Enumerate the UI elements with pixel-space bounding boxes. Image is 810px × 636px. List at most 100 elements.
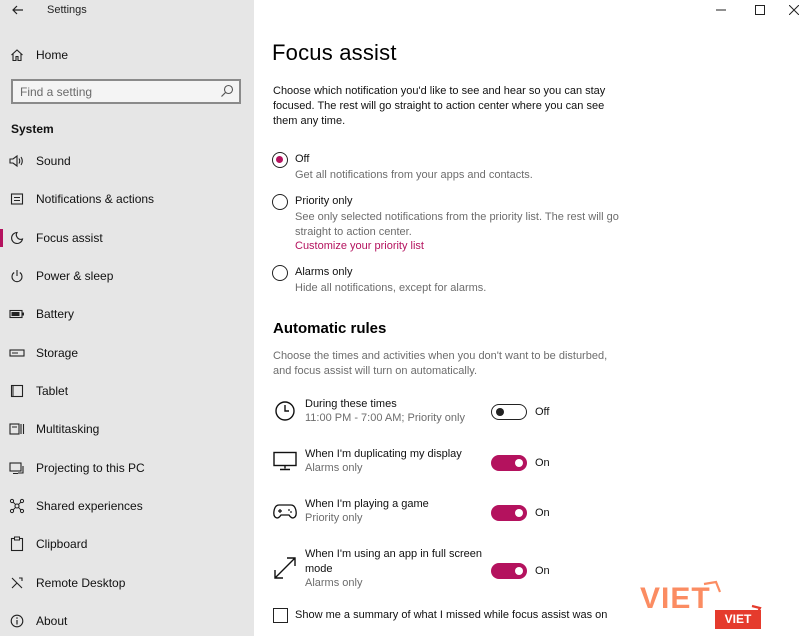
sidebar-item-label: Battery (36, 307, 75, 321)
rule-title: When I'm duplicating my display (305, 448, 462, 460)
moon-icon (9, 230, 25, 246)
rule-playing-game[interactable]: When I'm playing a game Priority only On (272, 497, 792, 529)
sidebar-item-label: Shared experiences (36, 499, 143, 513)
page-title: Focus assist (272, 40, 397, 65)
automatic-rules-desc: Choose the times and activities when you… (273, 350, 608, 377)
toggle-knob (515, 567, 523, 575)
clipboard-icon (9, 536, 25, 552)
back-button[interactable] (8, 1, 28, 19)
section-label-system: System (11, 122, 54, 136)
app-title: Settings (47, 4, 87, 16)
radio-off[interactable] (272, 152, 288, 168)
option-alarms-only[interactable]: Alarms only Hide all notifications, exce… (272, 265, 652, 299)
rule-duplicating-display[interactable]: When I'm duplicating my display Alarms o… (272, 447, 792, 479)
power-icon (9, 268, 25, 284)
info-icon (9, 613, 25, 629)
sidebar-item-remote-desktop[interactable]: Remote Desktop (0, 570, 254, 596)
search-input[interactable] (20, 83, 210, 101)
speaker-icon (9, 153, 25, 169)
home-icon (9, 47, 25, 63)
sidebar-item-focus-assist[interactable]: Focus assist (0, 225, 254, 251)
sidebar-item-label: Focus assist (36, 231, 103, 245)
rule-title: During these times (305, 398, 397, 410)
nav-home-label: Home (36, 48, 69, 62)
option-label: Off (295, 153, 310, 165)
sidebar: Settings Home System Sound Notifications… (0, 0, 254, 636)
rule-title: When I'm playing a game (305, 498, 429, 510)
toggle-playing-game[interactable] (491, 505, 527, 521)
rule-full-screen[interactable]: When I'm using an app in full screen mod… (272, 547, 792, 593)
main-panel: Focus assist Choose which notification y… (254, 0, 810, 636)
sidebar-item-label: Tablet (36, 384, 69, 398)
option-desc: See only selected notifications from the… (295, 211, 619, 238)
sidebar-item-about[interactable]: About (0, 608, 254, 634)
toggle-state: Off (535, 406, 550, 418)
rule-sub: Alarms only (305, 462, 363, 474)
sidebar-item-multitasking[interactable]: Multitasking (0, 416, 254, 442)
radio-alarms-only[interactable] (272, 265, 288, 281)
search-box[interactable] (11, 79, 241, 104)
sidebar-item-notifications[interactable]: Notifications & actions (0, 186, 254, 212)
tablet-icon (9, 383, 25, 399)
sidebar-item-label: Projecting to this PC (36, 461, 145, 475)
rule-sub: Priority only (305, 512, 363, 524)
sidebar-item-projecting[interactable]: Projecting to this PC (0, 455, 254, 481)
projecting-icon (9, 460, 25, 476)
multitasking-icon (9, 421, 25, 437)
sidebar-item-label: Storage (36, 346, 79, 360)
sidebar-item-label: About (36, 614, 68, 628)
sidebar-item-label: Multitasking (36, 422, 100, 436)
battery-icon (9, 306, 25, 322)
summary-checkbox[interactable] (273, 608, 288, 623)
rule-sub: Alarms only (305, 577, 363, 589)
toggle-state: On (535, 565, 550, 577)
toggle-state: On (535, 457, 550, 469)
storage-icon (9, 345, 25, 361)
radio-priority-only[interactable] (272, 194, 288, 210)
search-icon[interactable] (220, 84, 234, 98)
sidebar-item-label: Power & sleep (36, 269, 114, 283)
toggle-knob (515, 509, 523, 517)
rule-during-times[interactable]: During these times 11:00 PM - 7:00 AM; P… (272, 397, 792, 429)
nav-home[interactable]: Home (0, 43, 254, 67)
sidebar-item-tablet[interactable]: Tablet (0, 378, 254, 404)
intro-text: Choose which notification you'd like to … (273, 85, 606, 127)
fullscreen-icon (272, 555, 298, 581)
sidebar-item-shared-experiences[interactable]: Shared experiences (0, 493, 254, 519)
rule-title: When I'm using an app in full screen mod… (305, 548, 482, 575)
option-label: Alarms only (295, 266, 353, 278)
toggle-duplicating-display[interactable] (491, 455, 527, 471)
rule-sub: 11:00 PM - 7:00 AM; Priority only (305, 412, 465, 424)
toggle-full-screen[interactable] (491, 563, 527, 579)
monitor-icon (272, 448, 298, 474)
automatic-rules-heading: Automatic rules (273, 320, 387, 337)
sidebar-item-label: Clipboard (36, 537, 88, 551)
gamepad-icon (272, 498, 298, 524)
sidebar-item-label: Notifications & actions (36, 192, 155, 206)
option-desc: Get all notifications from your apps and… (295, 169, 533, 181)
toggle-knob (496, 407, 504, 416)
summary-checkbox-row[interactable]: Show me a summary of what I missed while… (272, 607, 672, 625)
sidebar-item-label: Remote Desktop (36, 576, 126, 590)
sidebar-item-clipboard[interactable]: Clipboard (0, 531, 254, 557)
option-priority-only[interactable]: Priority only See only selected notifica… (272, 194, 652, 254)
toggle-during-times[interactable] (491, 404, 527, 420)
sidebar-item-sound[interactable]: Sound (0, 148, 254, 174)
summary-checkbox-label: Show me a summary of what I missed while… (295, 609, 608, 621)
toggle-state: On (535, 507, 550, 519)
sidebar-item-battery[interactable]: Battery (0, 301, 254, 327)
sidebar-item-power-sleep[interactable]: Power & sleep (0, 263, 254, 289)
notifications-icon (9, 191, 25, 207)
option-desc: Hide all notifications, except for alarm… (295, 282, 487, 294)
option-label: Priority only (295, 195, 353, 207)
remote-desktop-icon (9, 575, 25, 591)
customize-priority-link[interactable]: Customize your priority list (295, 240, 424, 252)
title-bar: Settings (0, 0, 254, 20)
shared-icon (9, 498, 25, 514)
clock-icon (272, 398, 298, 424)
option-off[interactable]: Off Get all notifications from your apps… (272, 152, 652, 186)
sidebar-item-storage[interactable]: Storage (0, 340, 254, 366)
toggle-knob (515, 459, 523, 467)
back-arrow-icon (12, 5, 23, 15)
sidebar-item-label: Sound (36, 154, 71, 168)
